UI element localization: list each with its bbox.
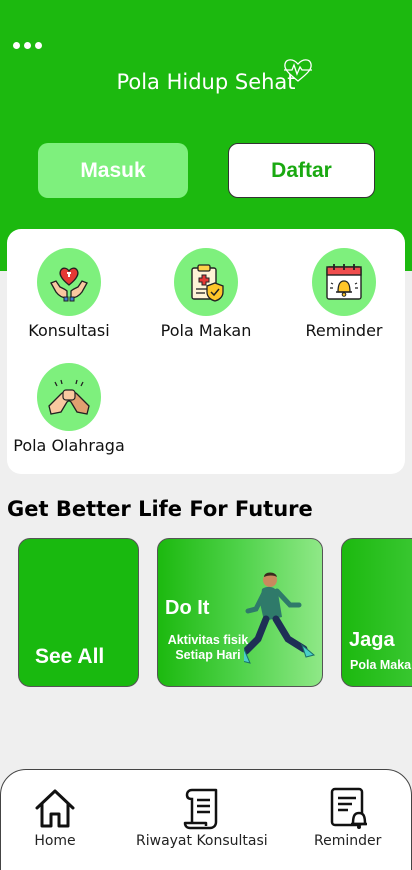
- banner-see-all[interactable]: See All: [18, 538, 139, 687]
- bell-list-icon: [330, 787, 367, 829]
- bottom-navigation: Home Riwayat Konsultasi Reminder: [0, 769, 412, 870]
- nav-label: Reminder: [314, 833, 382, 849]
- heart-hands-icon: [37, 248, 101, 316]
- menu-label: Pola Olahraga: [13, 436, 125, 455]
- login-button[interactable]: Masuk: [38, 143, 188, 198]
- section-title: Get Better Life For Future: [7, 497, 313, 521]
- menu-item-pola-olahraga[interactable]: Pola Olahraga: [4, 363, 134, 455]
- nav-label: Home: [34, 833, 76, 849]
- banner-subtitle: Aktivitas fisik Setiap Hari: [167, 633, 249, 662]
- app-title: Pola Hidup Sehat: [116, 70, 296, 94]
- menu-item-pola-makan[interactable]: Pola Makan: [141, 248, 271, 340]
- banner-jaga[interactable]: Jaga Pola Makan: [341, 538, 412, 687]
- menu-label: Reminder: [305, 321, 383, 340]
- banner-title: Do It: [165, 597, 210, 619]
- menu-label: Pola Makan: [160, 321, 252, 340]
- banner-subtitle: Pola Makan: [350, 658, 412, 672]
- banner-do-it[interactable]: Do It Aktivitas fisik Setiap Hari: [157, 538, 323, 687]
- runner-illustration: [244, 572, 316, 664]
- menu-item-reminder[interactable]: Reminder: [279, 248, 409, 340]
- nav-item-reminder[interactable]: Reminder: [314, 786, 381, 849]
- heartbeat-logo-icon: [284, 59, 312, 82]
- calendar-bell-icon: [312, 248, 376, 316]
- clipboard-shield-icon: [174, 248, 238, 316]
- nav-item-home[interactable]: Home: [33, 786, 77, 849]
- home-icon: [35, 789, 75, 828]
- nav-item-riwayat-konsultasi[interactable]: Riwayat Konsultasi: [136, 786, 268, 849]
- banner-title: Jaga: [349, 629, 395, 651]
- feature-menu: Konsultasi Pola Makan Reminder Pola Olah…: [7, 229, 405, 474]
- menu-label: Konsultasi: [28, 321, 110, 340]
- menu-item-konsultasi[interactable]: Konsultasi: [4, 248, 134, 340]
- nav-label: Riwayat Konsultasi: [136, 833, 268, 849]
- arm-wrestling-icon: [37, 363, 101, 431]
- register-button[interactable]: Daftar: [228, 143, 375, 198]
- banner-title: See All: [35, 645, 105, 668]
- scroll-icon: [183, 788, 218, 830]
- more-options-icon[interactable]: [13, 42, 42, 49]
